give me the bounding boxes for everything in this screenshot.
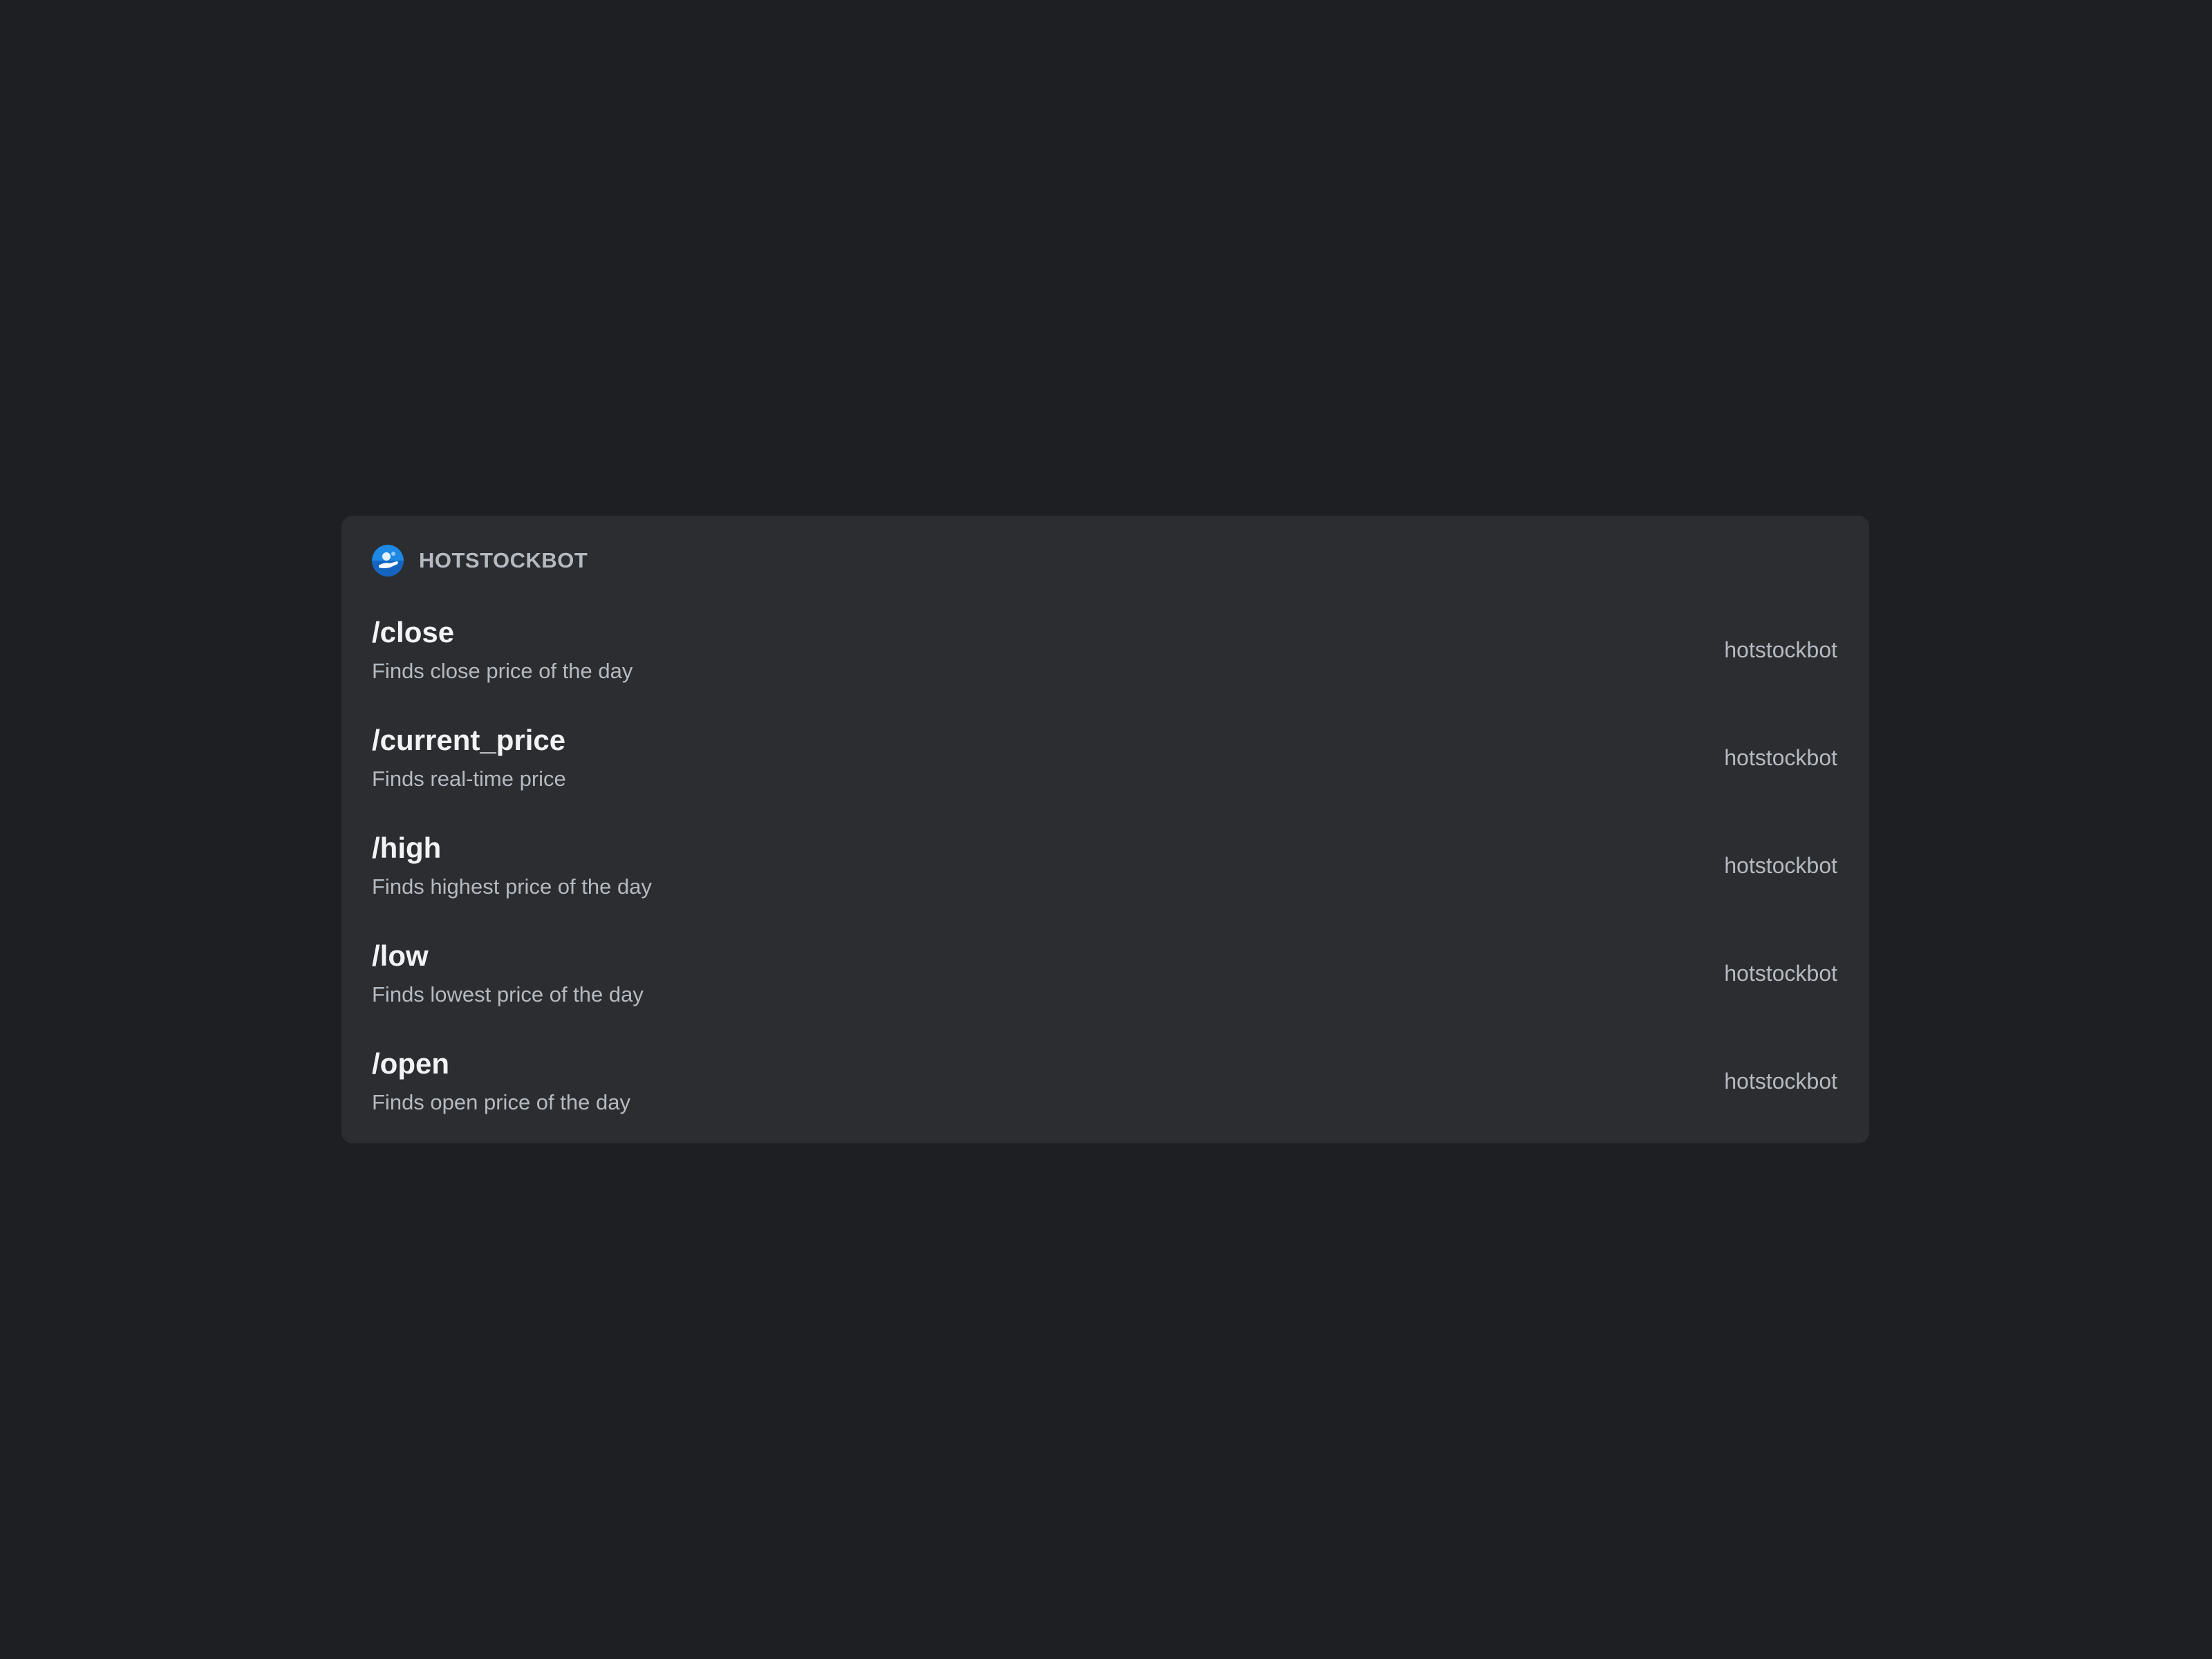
app-window: HOTSTOCKBOT /close Finds close price of … <box>0 0 2212 1659</box>
command-source: hotstockbot <box>1724 852 1837 878</box>
command-source: hotstockbot <box>1724 637 1837 662</box>
command-text: /low Finds lowest price of the day <box>372 938 644 1009</box>
command-description: Finds real-time price <box>372 767 566 791</box>
command-text: /open Finds open price of the day <box>372 1046 630 1116</box>
command-item-open[interactable]: /open Finds open price of the day hotsto… <box>372 1027 1837 1135</box>
command-item-current-price[interactable]: /current_price Finds real-time price hot… <box>372 704 1837 812</box>
bot-section-header: HOTSTOCKBOT <box>372 538 1837 583</box>
command-item-low[interactable]: /low Finds lowest price of the day hotst… <box>372 919 1837 1027</box>
command-description: Finds open price of the day <box>372 1090 630 1114</box>
command-description: Finds lowest price of the day <box>372 982 644 1006</box>
bot-avatar-icon <box>372 545 404 577</box>
command-autocomplete-popup: HOTSTOCKBOT /close Finds close price of … <box>341 516 1869 1143</box>
command-name: /low <box>372 939 429 972</box>
command-list: /close Finds close price of the day hots… <box>372 596 1837 1135</box>
command-name: /current_price <box>372 724 566 756</box>
bot-name-label: HOTSTOCKBOT <box>419 548 588 572</box>
command-text: /high Finds highest price of the day <box>372 830 652 901</box>
command-description: Finds highest price of the day <box>372 874 652 899</box>
command-source: hotstockbot <box>1724 1068 1837 1094</box>
command-description: Finds close price of the day <box>372 659 633 683</box>
command-text: /close Finds close price of the day <box>372 615 632 685</box>
command-source: hotstockbot <box>1724 744 1837 770</box>
command-name: /open <box>372 1047 449 1080</box>
command-item-close[interactable]: /close Finds close price of the day hots… <box>372 596 1837 704</box>
command-name: /high <box>372 832 442 864</box>
command-name: /close <box>372 616 455 648</box>
command-item-high[interactable]: /high Finds highest price of the day hot… <box>372 812 1837 919</box>
command-source: hotstockbot <box>1724 960 1837 986</box>
command-text: /current_price Finds real-time price <box>372 722 566 793</box>
